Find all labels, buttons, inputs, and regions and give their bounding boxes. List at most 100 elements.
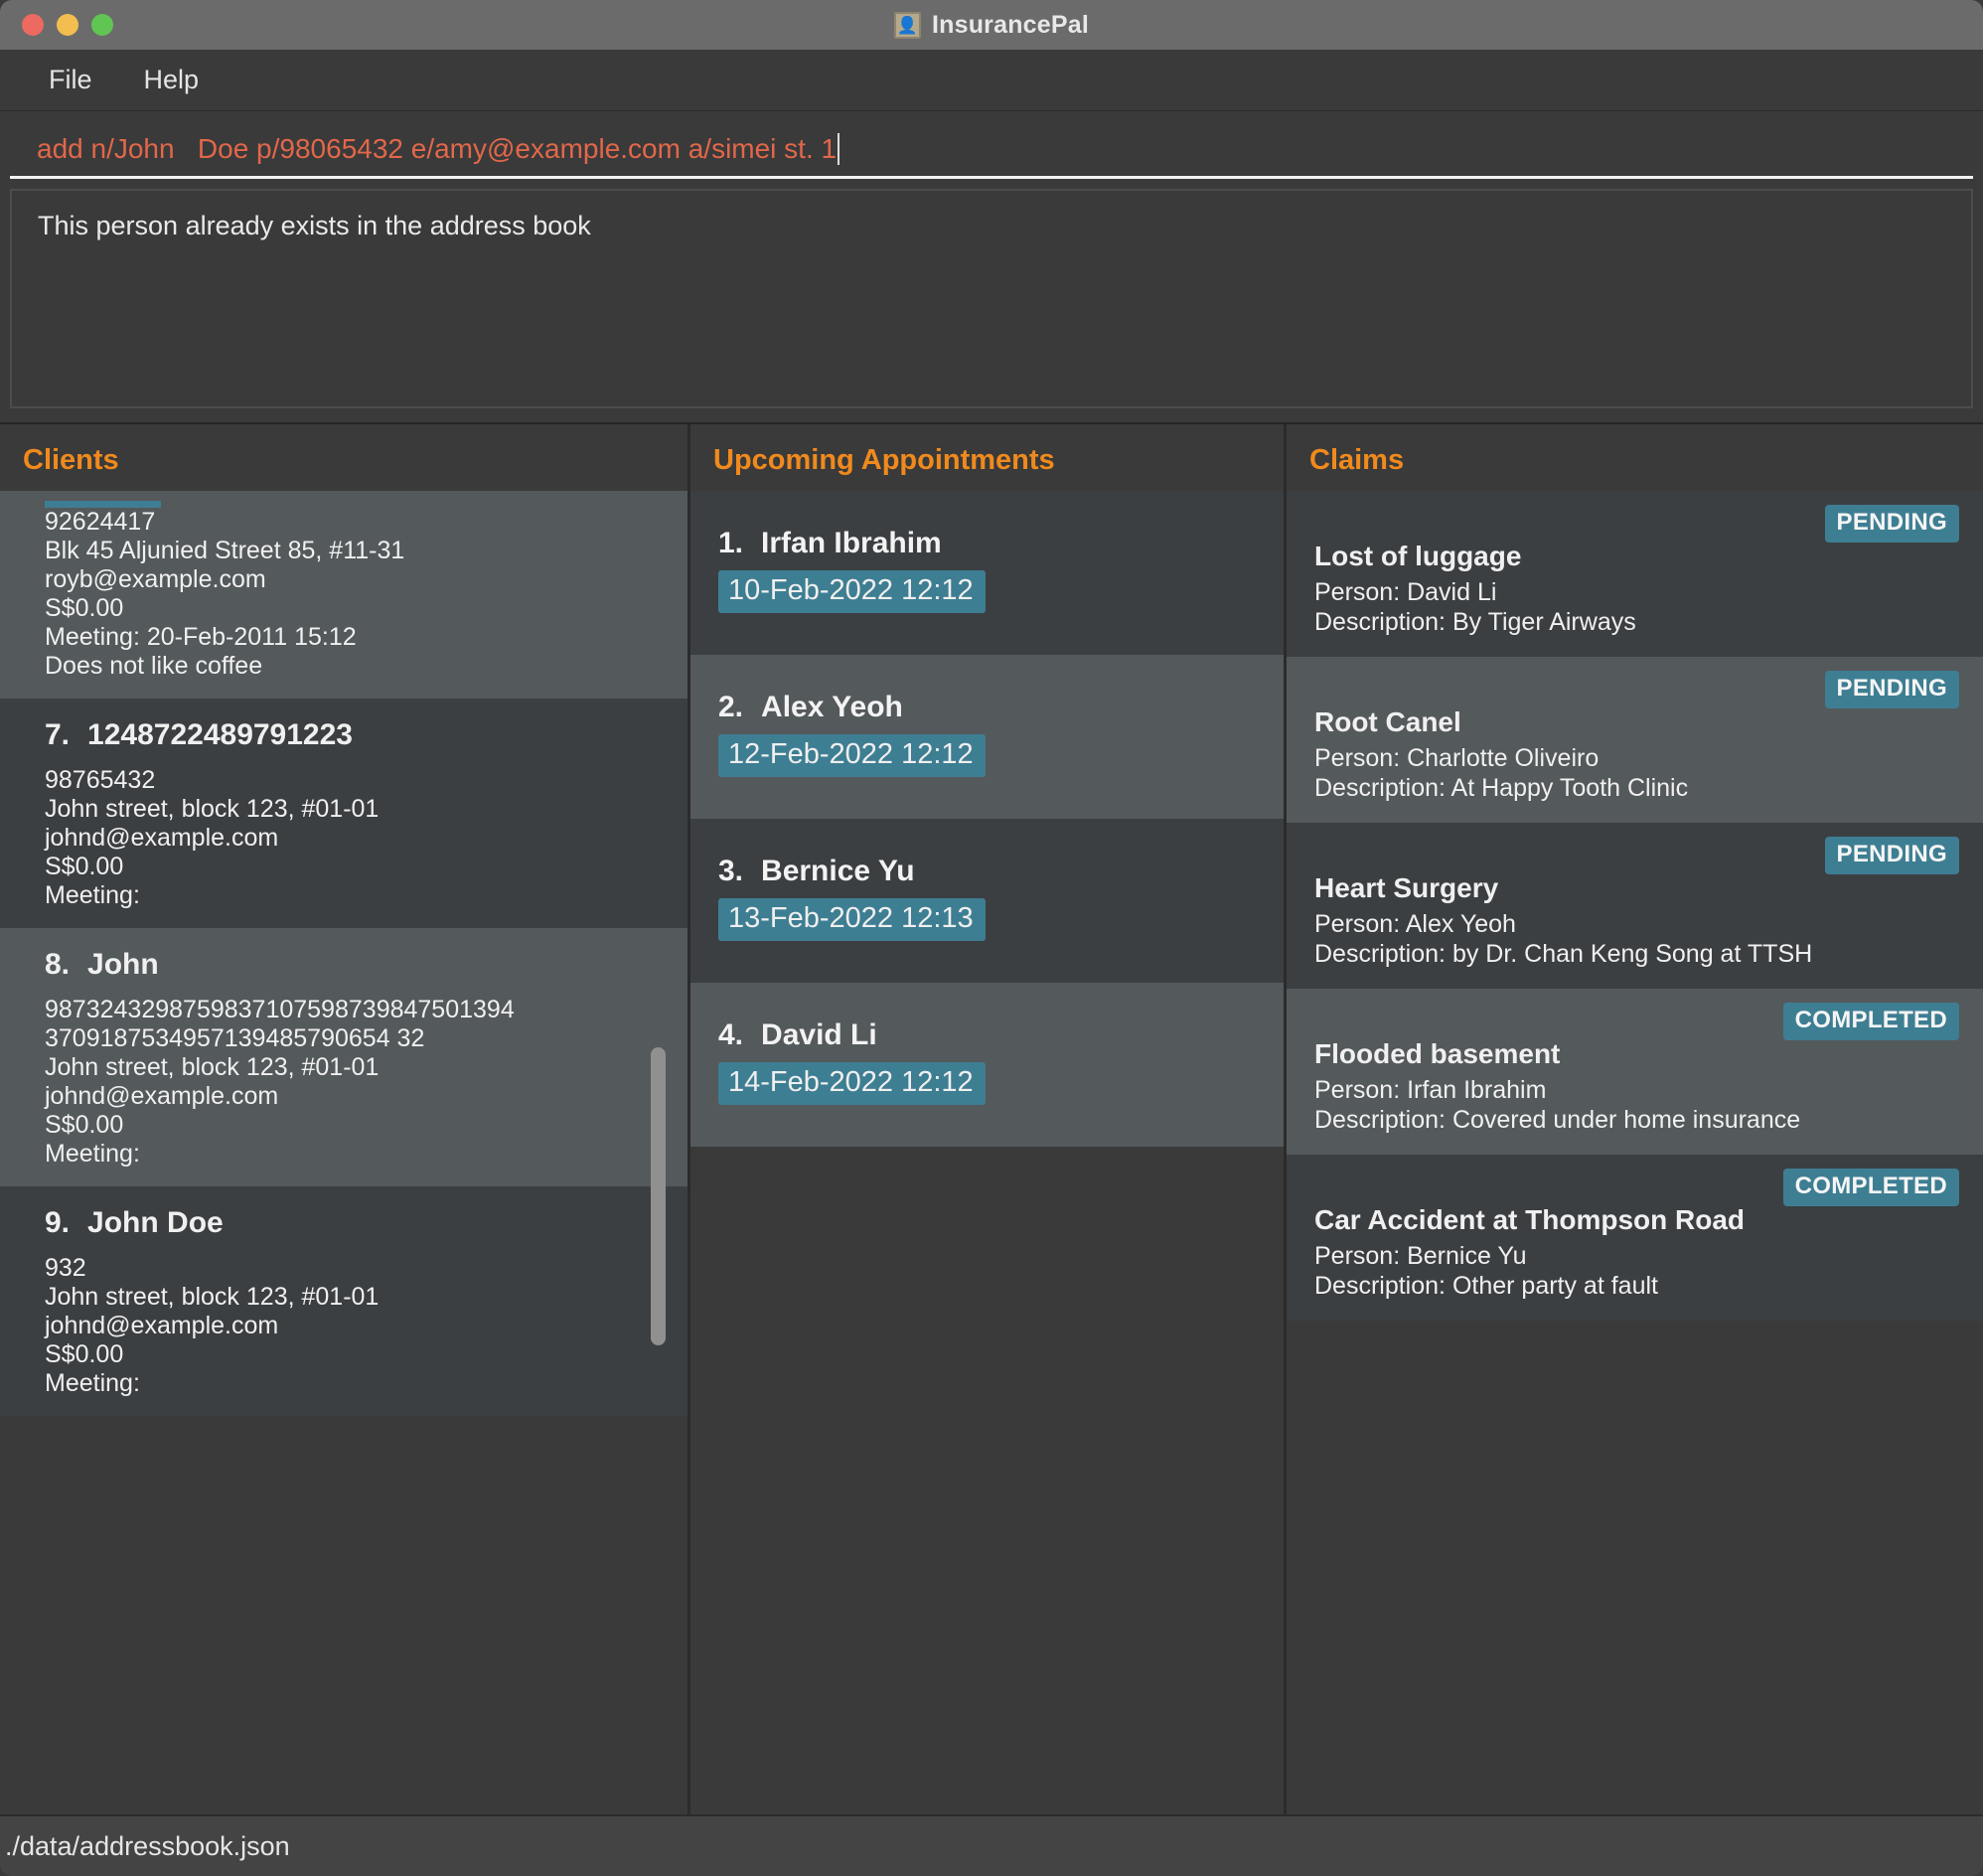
appointment-name-row: 1. Irfan Ibrahim [718,527,1284,560]
claim-title: Car Accident at Thompson Road [1314,1204,1959,1236]
claim-description: Description: At Happy Tooth Clinic [1314,774,1959,804]
application-window: 👤 InsurancePal File Help add n/John Doe … [0,0,1983,1876]
status-badge: COMPLETED [1783,1003,1959,1040]
client-amount: S$0.00 [45,594,666,623]
claim-list-item[interactable]: COMPLETED Car Accident at Thompson Road … [1287,1155,1983,1321]
clients-panel: Clients 92624417 Blk 45 Aljunied Street … [0,424,690,1814]
claim-description: Description: By Tiger Airways [1314,608,1959,638]
window-title: InsurancePal [932,11,1089,40]
result-message: This person already exists in the addres… [38,211,1945,241]
claim-person: Person: Irfan Ibrahim [1314,1076,1959,1106]
appointment-datetime: 14-Feb-2022 12:12 [718,1062,986,1105]
window-title-bar: 👤 InsurancePal [0,0,1983,50]
client-list-item[interactable]: 92624417 Blk 45 Aljunied Street 85, #11-… [0,491,687,699]
client-list-item[interactable]: 8. John 98732432987598371075987398475013… [0,928,687,1186]
menu-item-help[interactable]: Help [122,61,222,99]
command-input-box[interactable]: add n/John Doe p/98065432 e/amy@example.… [10,122,1973,179]
clients-scrollbar[interactable] [651,1047,666,1345]
client-meeting: Meeting: [45,1369,666,1398]
appointment-list-item[interactable]: 2. Alex Yeoh 12-Feb-2022 12:12 [690,655,1284,819]
claim-description: Description: Other party at fault [1314,1272,1959,1302]
status-badge: COMPLETED [1783,1169,1959,1206]
appointment-name: David Li [761,1018,877,1052]
client-index: 7. [45,718,70,752]
client-name-row: 8. John [45,948,666,982]
client-name-row: 7. 1248722489791223 [45,718,666,752]
claim-person: Person: Charlotte Oliveiro [1314,744,1959,774]
claim-title: Flooded basement [1314,1038,1959,1070]
claim-description: Description: by Dr. Chan Keng Song at TT… [1314,940,1959,970]
client-meeting: Meeting: [45,1140,666,1169]
claim-list-item[interactable]: PENDING Lost of luggage Person: David Li… [1287,491,1983,657]
client-email: johnd@example.com [45,1082,666,1111]
window-controls [0,14,113,36]
claim-list-item[interactable]: PENDING Heart Surgery Person: Alex Yeoh … [1287,823,1983,989]
command-input-area: add n/John Doe p/98065432 e/amy@example.… [0,111,1983,179]
client-amount: S$0.00 [45,853,666,881]
clients-panel-title: Clients [0,424,687,491]
claim-title: Heart Surgery [1314,872,1959,904]
appointments-list[interactable]: 1. Irfan Ibrahim 10-Feb-2022 12:12 2. Al… [690,491,1284,1814]
client-name-underline [45,501,161,508]
client-address: John street, block 123, #01-01 [45,1283,666,1312]
appointment-index: 2. [718,691,743,724]
client-name: 1248722489791223 [87,718,353,752]
client-meeting: Meeting: 20-Feb-2011 15:12 [45,623,666,652]
maximize-window-button[interactable] [91,14,113,36]
main-panels: Clients 92624417 Blk 45 Aljunied Street … [0,422,1983,1814]
client-list-item[interactable]: 7. 1248722489791223 98765432 John street… [0,699,687,928]
client-amount: S$0.00 [45,1111,666,1140]
claims-list[interactable]: PENDING Lost of luggage Person: David Li… [1287,491,1983,1814]
appointment-name: Irfan Ibrahim [761,527,942,560]
client-name-row: 9. John Doe [45,1206,666,1240]
claim-title: Root Canel [1314,706,1959,738]
claim-description: Description: Covered under home insuranc… [1314,1106,1959,1136]
command-input-text: add n/John Doe p/98065432 e/amy@example.… [37,133,837,165]
claim-person: Person: David Li [1314,578,1959,608]
close-window-button[interactable] [22,14,44,36]
claim-person: Person: Alex Yeoh [1314,910,1959,940]
client-index: 8. [45,948,70,982]
appointment-name-row: 4. David Li [718,1018,1284,1052]
client-name: John [87,948,159,982]
appointments-panel: Upcoming Appointments 1. Irfan Ibrahim 1… [690,424,1287,1814]
client-meeting: Meeting: [45,881,666,910]
status-badge: PENDING [1825,671,1959,708]
appointment-index: 4. [718,1018,743,1052]
claims-panel: Claims PENDING Lost of luggage Person: D… [1287,424,1983,1814]
clients-list[interactable]: 92624417 Blk 45 Aljunied Street 85, #11-… [0,491,687,1814]
text-caret [838,133,839,165]
client-address: John street, block 123, #01-01 [45,1053,666,1082]
client-phone-wrap: 3709187534957139485790654 32 [45,1024,666,1053]
claim-title: Lost of luggage [1314,541,1959,572]
client-list-item[interactable]: 9. John Doe 932 John street, block 123, … [0,1186,687,1416]
appointment-name-row: 3. Bernice Yu [718,855,1284,888]
menu-item-file[interactable]: File [27,61,114,99]
client-amount: S$0.00 [45,1340,666,1369]
appointment-datetime: 10-Feb-2022 12:12 [718,570,986,613]
claim-list-item[interactable]: PENDING Root Canel Person: Charlotte Oli… [1287,657,1983,823]
appointment-index: 3. [718,855,743,888]
client-email: johnd@example.com [45,824,666,853]
status-bar-file-path: ./data/addressbook.json [5,1831,290,1862]
appointment-name-row: 2. Alex Yeoh [718,691,1284,724]
appointment-list-item[interactable]: 3. Bernice Yu 13-Feb-2022 12:13 [690,819,1284,983]
client-phone: 92624417 [45,508,666,537]
result-display-box: This person already exists in the addres… [10,189,1973,408]
claim-person: Person: Bernice Yu [1314,1242,1959,1272]
appointments-panel-title: Upcoming Appointments [690,424,1284,491]
appointment-name: Alex Yeoh [761,691,903,724]
appointment-list-item[interactable]: 1. Irfan Ibrahim 10-Feb-2022 12:12 [690,491,1284,655]
client-index: 9. [45,1206,70,1240]
appointment-list-item[interactable]: 4. David Li 14-Feb-2022 12:12 [690,983,1284,1147]
claim-list-item[interactable]: COMPLETED Flooded basement Person: Irfan… [1287,989,1983,1155]
client-note: Does not like coffee [45,652,666,681]
minimize-window-button[interactable] [57,14,78,36]
status-bar: ./data/addressbook.json [0,1814,1983,1876]
client-phone: 9873243298759837107598739847501394 [45,996,666,1024]
menu-bar: File Help [0,50,1983,111]
window-title-group: 👤 InsurancePal [0,11,1983,40]
appointment-name: Bernice Yu [761,855,915,888]
client-phone: 98765432 [45,766,666,795]
client-address: Blk 45 Aljunied Street 85, #11-31 [45,537,666,565]
